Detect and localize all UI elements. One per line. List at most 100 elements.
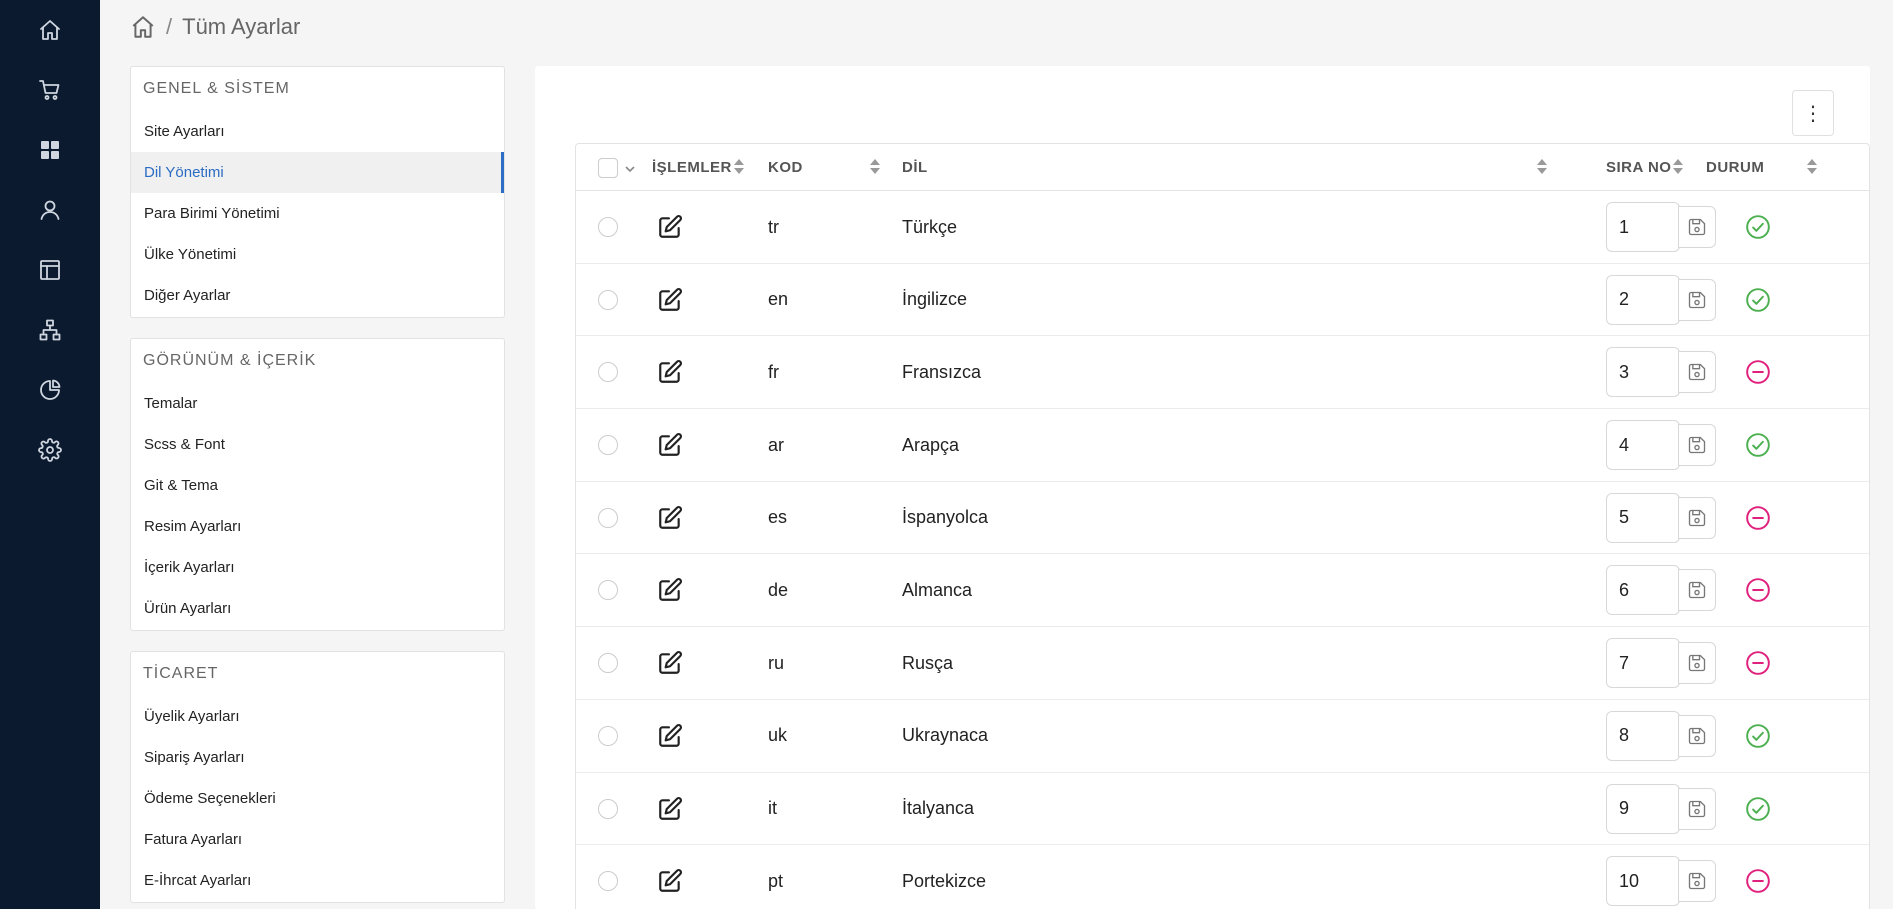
nav-settings[interactable] [0, 420, 100, 480]
nav-home[interactable] [0, 0, 100, 60]
nav-layout[interactable] [0, 240, 100, 300]
status-toggle[interactable] [1745, 482, 1771, 554]
menu-item-membership-settings[interactable]: Üyelik Ayarları [131, 696, 504, 737]
sort-icon[interactable] [734, 159, 744, 175]
nav-dashboard[interactable] [0, 120, 100, 180]
row-checkbox[interactable] [598, 217, 618, 237]
menu-item-image-settings[interactable]: Resim Ayarları [131, 506, 504, 547]
menu-item-payment-options[interactable]: Ödeme Seçenekleri [131, 778, 504, 819]
edit-button[interactable] [657, 845, 683, 909]
save-order-button[interactable] [1678, 206, 1716, 248]
menu-item-product-settings[interactable]: Ürün Ayarları [131, 588, 504, 629]
more-options-button[interactable]: ⋮ [1792, 90, 1834, 136]
menu-item-language-management[interactable]: Dil Yönetimi [131, 152, 504, 193]
edit-button[interactable] [657, 264, 683, 336]
menu-item-content-settings[interactable]: İçerik Ayarları [131, 547, 504, 588]
edit-button[interactable] [657, 336, 683, 408]
header-status[interactable]: DURUM [1706, 144, 1764, 191]
menu-item-export-settings[interactable]: E-İhrcat Ayarları [131, 860, 504, 901]
edit-button[interactable] [657, 700, 683, 772]
header-actions[interactable]: İŞLEMLER [652, 144, 732, 191]
edit-icon [659, 578, 682, 602]
menu-item-site-settings[interactable]: Site Ayarları [131, 111, 504, 152]
row-checkbox[interactable] [598, 507, 618, 528]
edit-button[interactable] [657, 554, 683, 626]
menu-item-git-theme[interactable]: Git & Tema [131, 465, 504, 506]
edit-button[interactable] [657, 191, 683, 263]
menu-item-currency-management[interactable]: Para Birimi Yönetimi [131, 193, 504, 234]
status-toggle[interactable] [1745, 191, 1771, 263]
header-language[interactable]: DİL [902, 144, 928, 191]
row-checkbox[interactable] [598, 798, 618, 819]
status-toggle[interactable] [1745, 700, 1771, 772]
table-row: en İngilizce [576, 264, 1869, 337]
row-checkbox[interactable] [598, 435, 618, 456]
sort-icon[interactable] [1807, 159, 1817, 175]
order-input[interactable] [1606, 202, 1680, 252]
status-toggle[interactable] [1745, 627, 1771, 699]
section-title: TİCARET [143, 665, 219, 682]
order-input[interactable] [1606, 274, 1680, 325]
breadcrumb-home[interactable] [130, 14, 156, 40]
status-toggle[interactable] [1745, 336, 1771, 408]
nav-cart[interactable] [0, 60, 100, 120]
header-order[interactable]: SIRA NO [1606, 144, 1671, 191]
order-input[interactable] [1606, 420, 1680, 471]
sort-icon[interactable] [1537, 159, 1547, 175]
save-order-button[interactable] [1678, 860, 1716, 903]
save-order-button[interactable] [1678, 569, 1716, 612]
edit-icon [659, 723, 682, 747]
header-code[interactable]: KOD [768, 144, 803, 191]
edit-button[interactable] [657, 773, 683, 845]
row-checkbox[interactable] [598, 871, 618, 892]
nav-users[interactable] [0, 180, 100, 240]
row-checkbox[interactable] [598, 362, 618, 383]
menu-item-invoice-settings[interactable]: Fatura Ayarları [131, 819, 504, 860]
sort-icon[interactable] [1673, 159, 1683, 175]
menu-item-other-settings[interactable]: Diğer Ayarlar [131, 275, 504, 316]
language-name: İtalyanca [902, 798, 975, 818]
table-row: tr Türkçe [576, 191, 1869, 264]
save-icon [1688, 218, 1706, 236]
bulk-actions-toggle[interactable] [624, 162, 636, 174]
status-toggle[interactable] [1745, 554, 1771, 626]
nav-sitemap[interactable] [0, 300, 100, 360]
edit-button[interactable] [657, 627, 683, 699]
language-name: Arapça [902, 434, 960, 455]
save-order-button[interactable] [1678, 424, 1716, 467]
status-toggle[interactable] [1745, 773, 1771, 845]
row-checkbox[interactable] [598, 653, 618, 674]
save-order-button[interactable] [1678, 496, 1716, 539]
save-order-button[interactable] [1678, 714, 1716, 757]
sort-icon[interactable] [870, 159, 880, 175]
edit-button[interactable] [657, 482, 683, 554]
edit-button[interactable] [657, 409, 683, 481]
table-row: pt Portekizce [576, 845, 1869, 909]
menu-item-scss-font[interactable]: Scss & Font [131, 424, 504, 465]
menu-item-themes[interactable]: Temalar [131, 383, 504, 424]
order-input[interactable] [1606, 638, 1680, 689]
status-toggle[interactable] [1745, 409, 1771, 481]
order-input[interactable] [1606, 856, 1680, 907]
row-checkbox[interactable] [598, 725, 618, 746]
save-order-button[interactable] [1678, 787, 1716, 830]
order-input[interactable] [1606, 565, 1680, 616]
order-input[interactable] [1606, 347, 1680, 398]
status-toggle[interactable] [1745, 264, 1771, 336]
nav-reports[interactable] [0, 360, 100, 420]
select-all-checkbox[interactable] [598, 157, 618, 178]
order-input[interactable] [1606, 492, 1680, 543]
row-checkbox[interactable] [598, 580, 618, 601]
menu-item-order-settings[interactable]: Sipariş Ayarları [131, 737, 504, 778]
language-name: Almanca [902, 579, 973, 600]
save-order-button[interactable] [1678, 351, 1716, 394]
order-input[interactable] [1606, 783, 1680, 834]
menu-item-country-management[interactable]: Ülke Yönetimi [131, 234, 504, 275]
status-toggle[interactable] [1745, 845, 1771, 909]
save-order-button[interactable] [1678, 278, 1716, 321]
save-order-button[interactable] [1678, 642, 1716, 685]
row-checkbox[interactable] [598, 289, 618, 310]
language-code: en [768, 289, 789, 310]
edit-icon [659, 796, 682, 820]
order-input[interactable] [1606, 710, 1680, 761]
